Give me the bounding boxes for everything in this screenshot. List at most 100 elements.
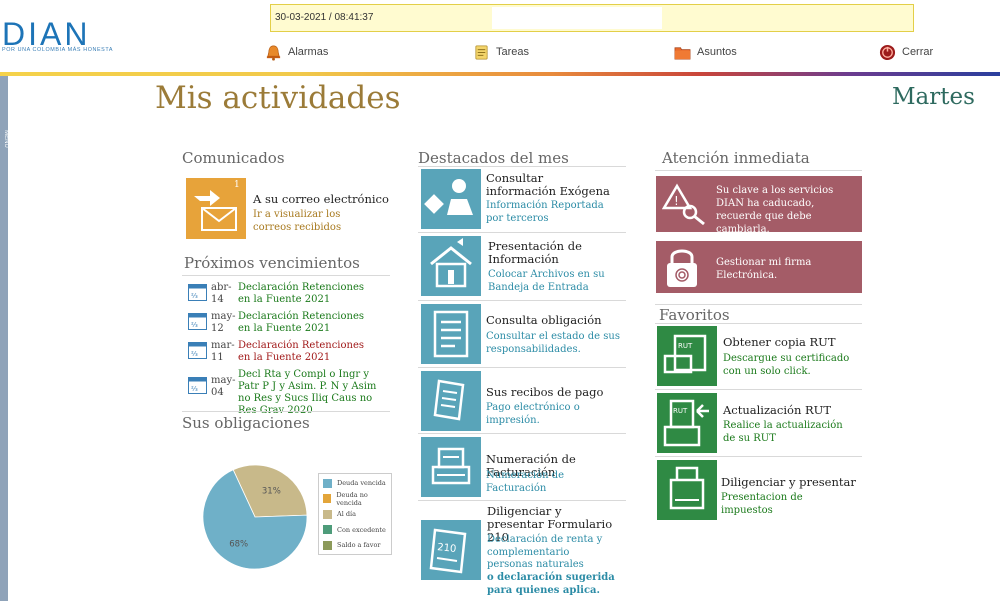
venc-link-1[interactable]: Declaración Retenciones en la Fuente 202… <box>238 282 378 306</box>
document-list-icon <box>433 310 469 358</box>
copia-rut-tile[interactable]: RUT <box>657 326 717 386</box>
venc-link-4[interactable]: Decl Rta y Compl o Ingr y Patr P J y Asi… <box>238 369 386 417</box>
key-warning-icon: ! <box>662 183 705 226</box>
venc-link-2[interactable]: Declaración Retenciones en la Fuente 202… <box>238 311 378 335</box>
destacado-sub-6[interactable]: Declaración de renta y complementario pe… <box>487 534 617 572</box>
favorito-title-1[interactable]: Obtener copia RUT <box>723 336 836 349</box>
mail-link[interactable]: Ir a visualizar los correos recibidos <box>253 209 373 234</box>
destacado-sub-4[interactable]: Pago electrónico o impresión. <box>486 402 621 427</box>
divider <box>418 232 626 233</box>
favorito-sub-1[interactable]: Descargue su certificado con un solo cli… <box>723 353 858 378</box>
divider <box>655 456 862 457</box>
divider <box>418 433 626 434</box>
presentacion-tile[interactable] <box>421 236 481 296</box>
rut-icon-text: RUT <box>678 342 693 350</box>
venc-date-3: mar- 11 <box>211 340 235 364</box>
bell-icon <box>266 45 281 61</box>
obligaciones-pie-chart: 31% 68% <box>202 464 308 570</box>
favorito-title-2[interactable]: Actualización RUT <box>723 404 831 417</box>
nav-tareas-label: Tareas <box>496 46 530 58</box>
nav-asuntos[interactable]: Asuntos <box>674 42 737 62</box>
destacado-sub-2[interactable]: Colocar Archivos en su Bandeja de Entrad… <box>488 269 623 294</box>
venc-month: may- <box>211 311 236 322</box>
firma-electronica-alert[interactable]: Gestionar mi firma Electrónica. <box>656 241 862 293</box>
divider <box>418 166 626 167</box>
svg-text:!: ! <box>674 194 679 208</box>
destacado-title-1[interactable]: Consultar información Exógena <box>486 172 616 198</box>
nav-tareas[interactable]: Tareas <box>473 42 529 62</box>
divider <box>418 367 626 368</box>
actualizacion-rut-tile[interactable]: RUT <box>657 393 717 453</box>
facturacion-tile[interactable] <box>421 437 481 497</box>
legend-item: Con excedente <box>323 525 386 535</box>
mail-tile[interactable]: 1 <box>186 178 246 239</box>
destacados-title: Destacados del mes <box>418 149 569 167</box>
nav-asuntos-label: Asuntos <box>697 46 737 58</box>
weekday-label: Martes <box>892 84 975 110</box>
nav-cerrar[interactable]: Cerrar <box>879 42 933 62</box>
venc-month: may- <box>211 375 236 386</box>
destacado-sub-3[interactable]: Consultar el estado de sus responsabilid… <box>486 331 621 356</box>
venc-month: mar- <box>211 340 235 351</box>
nav-alarmas[interactable]: Alarmas <box>265 42 328 62</box>
favorito-sub-3[interactable]: Presentacion de impuestos <box>721 492 856 517</box>
page-title: Mis actividades <box>155 80 401 116</box>
header-divider <box>0 72 1000 76</box>
calendar-icon: ⅔ <box>188 313 207 330</box>
destacado-sub-1[interactable]: Información Reportada por terceros <box>486 200 621 225</box>
divider <box>418 300 626 301</box>
destacado-title-2[interactable]: Presentación de Información <box>488 240 608 266</box>
favorito-title-3[interactable]: Diligenciar y presentar <box>721 476 856 489</box>
venc-date-1: abr- 14 <box>211 282 232 306</box>
firma-electronica-text: Gestionar mi firma Electrónica. <box>716 257 812 281</box>
mail-title: A su correo electrónico <box>253 192 389 206</box>
svg-text:⅔: ⅔ <box>191 385 198 393</box>
legend-swatch <box>323 494 332 503</box>
svg-text:⅔: ⅔ <box>191 350 198 358</box>
folder-icon <box>674 46 691 59</box>
formulario-210-tile[interactable]: 210 <box>421 520 481 580</box>
presentar-impuestos-tile[interactable] <box>657 460 717 520</box>
destacado-title-4[interactable]: Sus recibos de pago <box>486 386 616 399</box>
calendar-icon: ⅔ <box>188 284 207 301</box>
divider <box>182 275 390 276</box>
legend-swatch <box>323 478 332 488</box>
obligaciones-title: Sus obligaciones <box>182 414 310 432</box>
divider <box>655 304 862 305</box>
rut-update-icon: RUT <box>663 399 709 447</box>
divider <box>655 170 862 171</box>
calendar-icon: ⅔ <box>188 342 207 359</box>
side-menu-tab[interactable]: MENU <box>0 76 9 601</box>
clave-alert[interactable]: ! Su clave a los servicios DIAN ha caduc… <box>656 176 862 235</box>
notepad-icon <box>475 45 488 59</box>
favorito-sub-2[interactable]: Realice la actualización de su RUT <box>723 420 858 445</box>
status-blank-field <box>492 7 662 29</box>
destacado-title-3[interactable]: Consulta obligación <box>486 314 616 327</box>
register-icon <box>431 447 471 485</box>
divider <box>655 389 862 390</box>
clave-alert-text: Su clave a los servicios DIAN ha caducad… <box>716 185 834 235</box>
legend-item: Deuda vencida <box>323 478 386 488</box>
nav-alarmas-label: Alarmas <box>288 46 329 58</box>
recibos-tile[interactable] <box>421 371 481 431</box>
form-210-icon: 210 <box>429 528 467 574</box>
calendar-icon: ⅔ <box>188 377 207 394</box>
receipt-icon <box>433 379 465 421</box>
svg-text:⅔: ⅔ <box>191 292 198 300</box>
atencion-title: Atención inmediata <box>662 149 810 167</box>
nav-cerrar-label: Cerrar <box>902 46 934 58</box>
exogena-tile[interactable] <box>421 169 481 229</box>
legend-item: Saldo a favor <box>323 540 380 550</box>
comunicados-title: Comunicados <box>182 149 285 167</box>
obligacion-tile[interactable] <box>421 304 481 364</box>
destacado-sub-bold-6[interactable]: o declaración sugerida para quienes apli… <box>487 572 622 597</box>
side-menu-label: MENU <box>2 130 9 148</box>
legend-swatch <box>323 509 332 519</box>
dian-logo[interactable]: DIAN POR UNA COLOMBIA MÁS HONESTA <box>0 16 135 61</box>
venc-link-3[interactable]: Declaración Retenciones en la Fuente 202… <box>238 340 378 364</box>
divider <box>182 411 390 412</box>
destacado-sub-5[interactable]: Numeración de Facturación <box>486 470 621 495</box>
venc-day: 11 <box>211 352 224 363</box>
legend-label: Deuda no vencida <box>336 490 368 507</box>
rut-copy-icon: RUT <box>663 334 707 374</box>
